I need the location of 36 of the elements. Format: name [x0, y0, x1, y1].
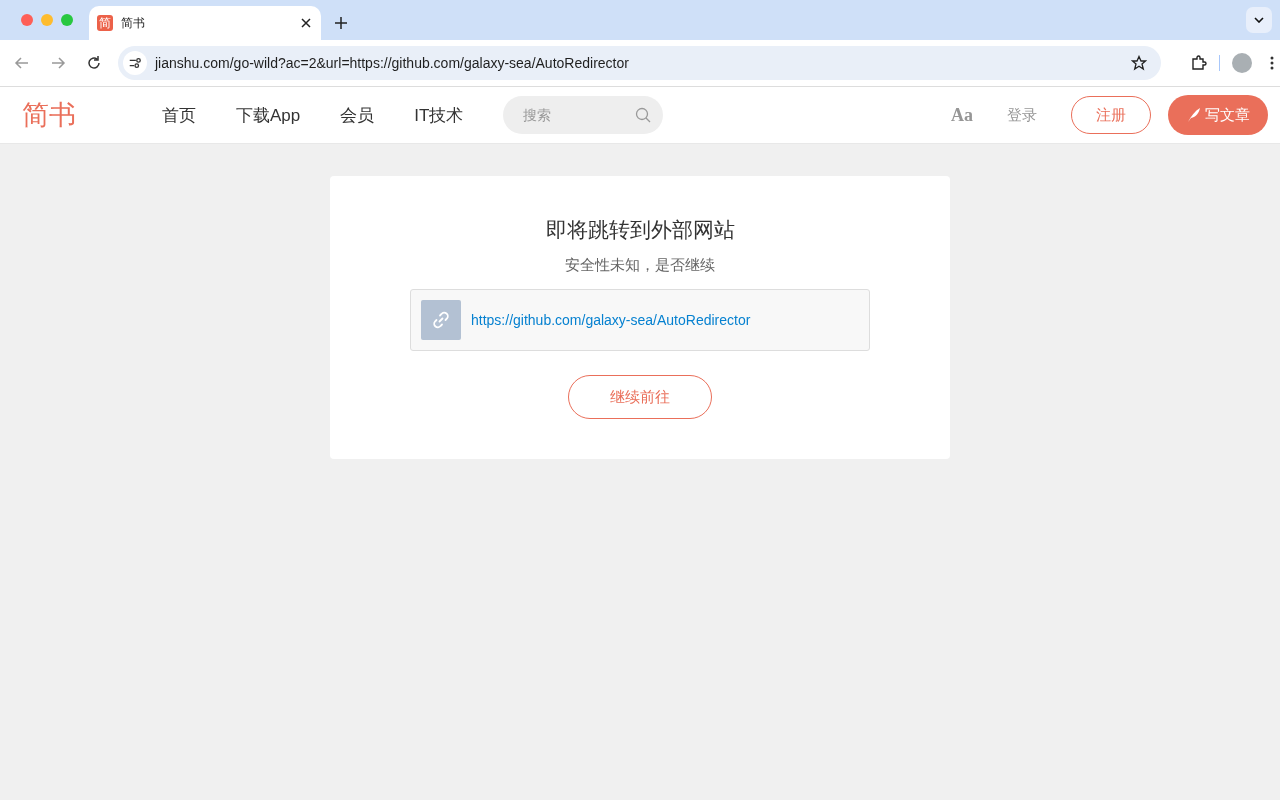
- feather-icon: [1186, 107, 1201, 123]
- login-link[interactable]: 登录: [1007, 105, 1037, 125]
- back-arrow-icon[interactable]: [14, 55, 30, 71]
- forward-arrow-icon[interactable]: [50, 55, 66, 71]
- chevron-down-icon: [1254, 17, 1264, 23]
- maximize-window-dot[interactable]: [61, 14, 73, 26]
- link-icon: [421, 300, 461, 340]
- close-window-dot[interactable]: [21, 14, 33, 26]
- new-tab-icon[interactable]: [335, 17, 347, 29]
- nav-link[interactable]: 下载App: [236, 103, 301, 127]
- minimize-window-dot[interactable]: [41, 14, 53, 26]
- nav-link[interactable]: IT技术: [414, 103, 464, 127]
- url-text: jianshu.com/go-wild?ac=2&url=https://github.com/galaxy-sea/AutoRedirector: [155, 55, 630, 71]
- nav-link[interactable]: 会员: [340, 103, 375, 127]
- site-logo[interactable]: 简书: [22, 97, 162, 133]
- menu-dots-icon[interactable]: [1270, 55, 1274, 71]
- continue-button[interactable]: 继续前往: [568, 375, 712, 419]
- search-field[interactable]: 搜索: [503, 96, 664, 134]
- address-bar[interactable]: jianshu.com/go-wild?ac=2&url=https://github.com/galaxy-sea/AutoRedirector: [118, 46, 1161, 80]
- font-toggle[interactable]: Aa: [951, 104, 973, 126]
- card-subtitle: 安全性未知，是否继续: [565, 256, 715, 275]
- bookmark-star-icon[interactable]: [1131, 55, 1147, 71]
- tab-title: 简书: [121, 14, 146, 32]
- site-favicon: 简: [97, 15, 113, 31]
- puzzle-icon[interactable]: [1191, 55, 1207, 71]
- close-icon[interactable]: [301, 18, 311, 28]
- register-button[interactable]: 注册: [1071, 96, 1151, 134]
- site-settings-icon[interactable]: [123, 51, 147, 75]
- nav-link[interactable]: 首页: [162, 103, 196, 127]
- card-title: 即将跳转到外部网站: [545, 217, 735, 243]
- external-link[interactable]: https://github.com/galaxy-sea/AutoRedirector: [471, 312, 751, 328]
- write-article-button[interactable]: 写文章: [1168, 95, 1268, 135]
- reload-icon[interactable]: [86, 55, 102, 71]
- search-icon[interactable]: [635, 107, 652, 123]
- tab-list-button[interactable]: [1246, 7, 1272, 33]
- browser-tab[interactable]: 简 简书: [89, 6, 321, 40]
